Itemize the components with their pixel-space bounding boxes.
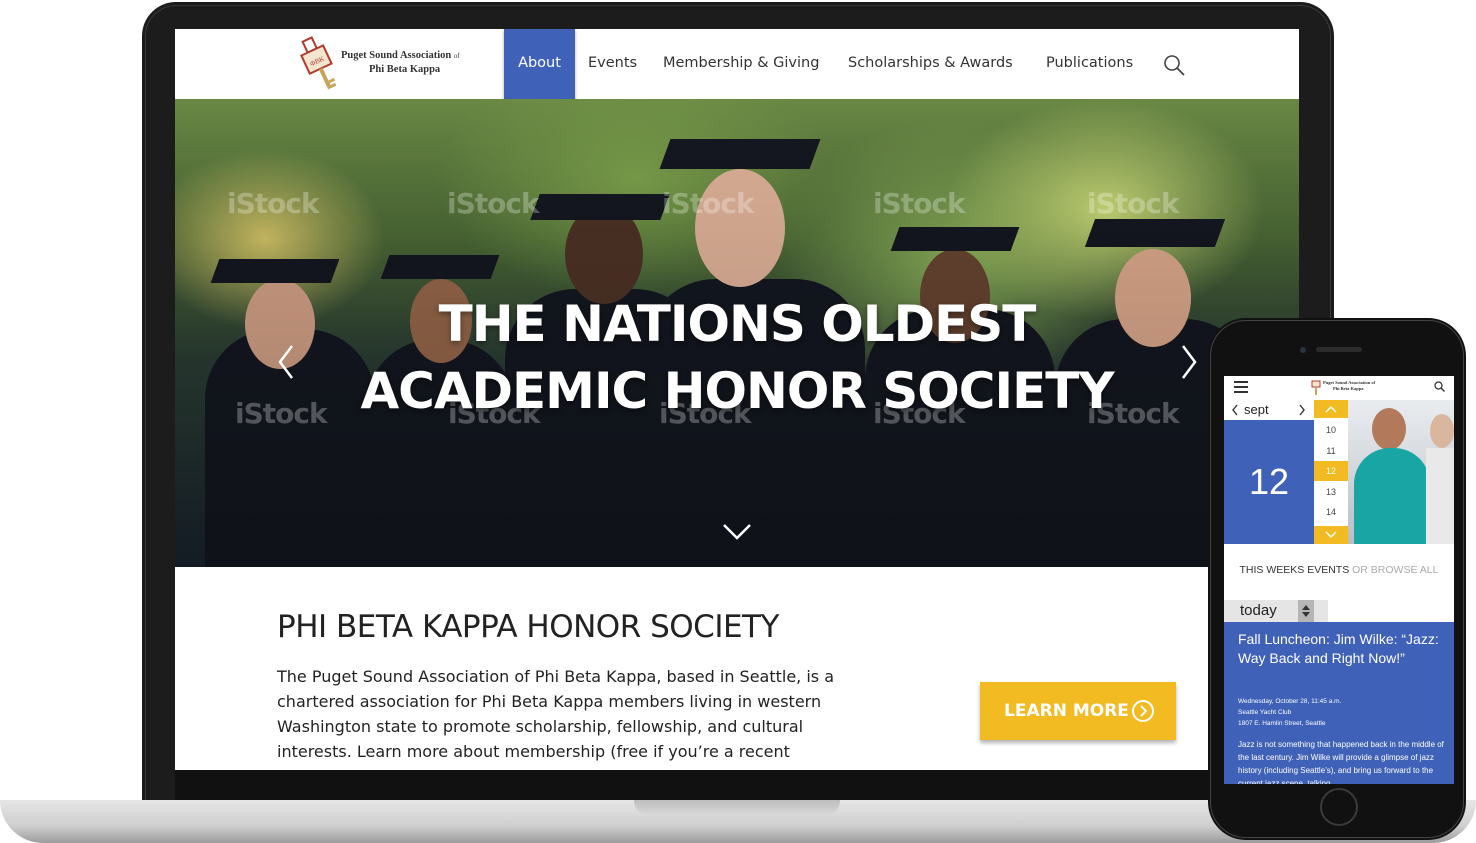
intro-line: interests. Learn more about membership (… [277, 742, 790, 761]
chevron-down-icon[interactable] [720, 519, 754, 545]
key-logo-icon: ΦΒΚ [300, 36, 337, 90]
this-weeks-events-label: THIS WEEKS EVENTS [1239, 564, 1350, 576]
person-shirt [1354, 448, 1430, 544]
top-nav: ΦΒΚ Puget Sound Association of Phi Beta … [175, 29, 1299, 109]
select-stepper [1298, 600, 1314, 622]
person-face [1372, 408, 1406, 450]
desktop-screen: ΦΒΚ Puget Sound Association of Phi Beta … [175, 29, 1299, 770]
filter-value: today [1240, 602, 1277, 619]
watermark: iStock [1087, 187, 1180, 220]
day-option[interactable]: 14 [1314, 507, 1348, 517]
laptop-notch [634, 800, 840, 815]
intro-line: chartered association for Phi Beta Kappa… [277, 692, 822, 711]
chevron-right-icon[interactable] [1298, 404, 1306, 416]
event-date: Wednesday, October 28, 11:45 a.m. [1238, 698, 1342, 705]
logo-of: of [453, 52, 460, 60]
chevron-up-icon [1325, 405, 1337, 413]
search-icon[interactable] [1434, 381, 1445, 392]
site-logo[interactable]: ΦΒΚ Puget Sound Association of Phi Beta … [297, 35, 487, 95]
event-description: Jazz is not something that happened back… [1238, 740, 1444, 784]
month-selector: sept [1224, 400, 1314, 420]
browse-all-link[interactable]: OR BROWSE ALL [1352, 564, 1438, 576]
arrow-circle-right-icon [1132, 700, 1154, 722]
section-heading: PHI BETA KAPPA HONOR SOCIETY [277, 609, 779, 645]
filter-select[interactable]: today [1224, 600, 1328, 622]
key-logo-icon [1311, 380, 1321, 395]
chevron-left-icon[interactable] [1231, 404, 1239, 416]
chevron-left-icon[interactable] [270, 340, 304, 384]
updown-arrow-icon [1302, 605, 1310, 617]
day-down-button[interactable] [1314, 526, 1348, 544]
day-up-button[interactable] [1314, 400, 1348, 418]
selected-day: 12 [1224, 420, 1314, 544]
learn-more-button[interactable]: LEARN MORE [980, 682, 1176, 740]
hero-title-line2: ACADEMIC HONOR SOCIETY [360, 362, 1114, 420]
event-venue: Seattle Yacht Club [1238, 709, 1292, 716]
laptop-bezel [175, 770, 1299, 800]
mobile-nav: Puget Sound Association of Phi Beta Kapp… [1224, 376, 1454, 401]
logo-line1: Puget Sound Association [341, 50, 452, 61]
mobile-screen: Puget Sound Association of Phi Beta Kapp… [1224, 376, 1454, 784]
hero-banner: iStock iStock iStock iStock iStock iStoc… [175, 99, 1299, 567]
event-title[interactable]: Fall Luncheon: Jim Wilke: “Jazz: Way Bac… [1238, 630, 1448, 667]
logo-line2: Phi Beta Kappa [369, 64, 441, 75]
mobile-logo-wordmark: Puget Sound Association of Phi Beta Kapp… [1323, 380, 1375, 392]
intro-paragraph: The Puget Sound Association of Phi Beta … [277, 664, 837, 764]
event-meta: Wednesday, October 28, 11:45 a.m. Seattl… [1238, 696, 1448, 729]
month-label: sept [1244, 402, 1269, 417]
hamburger-menu-icon[interactable] [1234, 381, 1248, 393]
logo-wordmark: Puget Sound Association of Phi Beta Kapp… [341, 49, 460, 76]
day-option[interactable]: 10 [1314, 425, 1348, 435]
person-shirt [1426, 448, 1454, 544]
search-icon[interactable] [1163, 54, 1185, 76]
nav-item-about[interactable]: About [504, 29, 575, 109]
hero-title-line1: THE NATIONS OLDEST [438, 295, 1037, 353]
day-option[interactable]: 11 [1314, 446, 1348, 456]
event-address: 1807 E. Hamlin Street, Seattle [1238, 720, 1326, 727]
mobile-logo-line2: Phi Beta Kappa [1333, 386, 1364, 391]
watermark: iStock [873, 187, 966, 220]
learn-more-label: LEARN MORE [1004, 701, 1129, 721]
day-option[interactable]: 13 [1314, 487, 1348, 497]
intro-line: The Puget Sound Association of Phi Beta … [277, 667, 835, 686]
chevron-right-icon[interactable] [1171, 340, 1205, 384]
intro-line: Washington state to promote scholarship,… [277, 717, 804, 736]
nav-item-events[interactable]: Events [588, 29, 637, 99]
phone-home-button[interactable] [1320, 788, 1358, 826]
watermark: iStock [447, 187, 540, 220]
event-photo [1348, 400, 1454, 544]
nav-item-scholarships-awards[interactable]: Scholarships & Awards [848, 29, 1013, 99]
day-picker[interactable]: 10 11 12 13 14 [1314, 400, 1348, 544]
phone-camera [1300, 347, 1306, 353]
watermark: iStock [227, 187, 320, 220]
phone-speaker [1316, 347, 1362, 352]
nav-item-publications[interactable]: Publications [1046, 29, 1133, 99]
watermark: iStock [662, 187, 755, 220]
chevron-down-icon [1325, 531, 1337, 539]
weeks-events-header: THIS WEEKS EVENTS OR BROWSE ALL [1224, 564, 1454, 576]
person-face [1430, 414, 1454, 448]
day-option-selected[interactable]: 12 [1314, 461, 1348, 481]
event-card[interactable]: Fall Luncheon: Jim Wilke: “Jazz: Way Bac… [1224, 622, 1454, 784]
nav-item-membership-giving[interactable]: Membership & Giving [663, 29, 819, 99]
